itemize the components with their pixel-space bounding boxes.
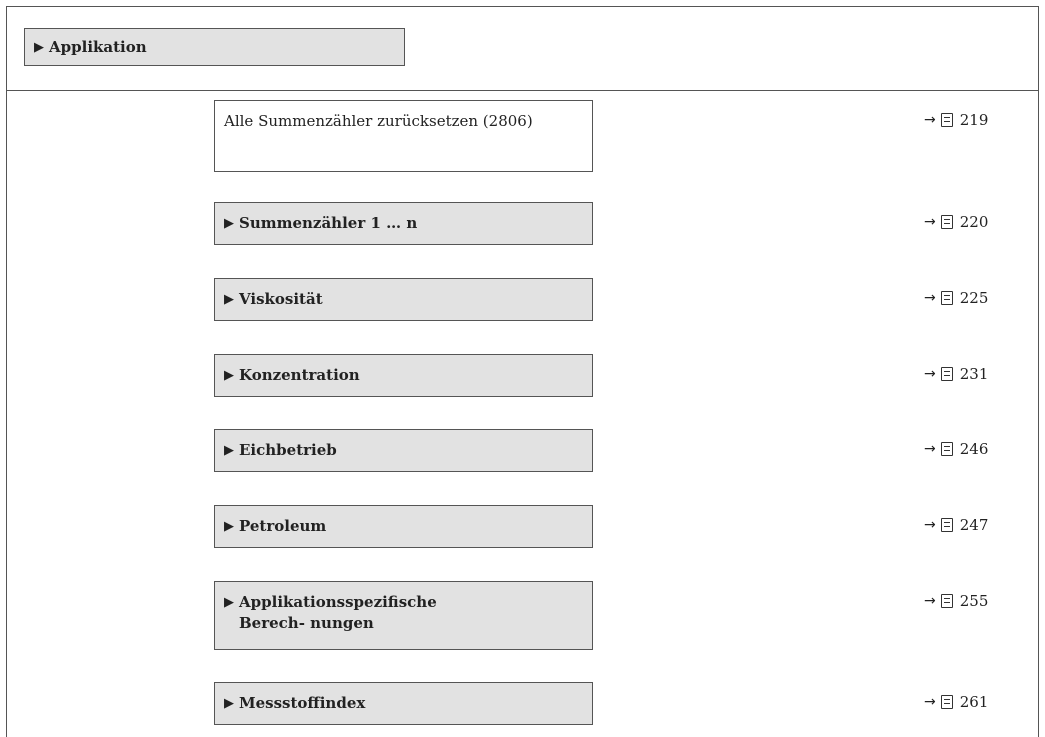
- triangle-right-icon: ▶: [224, 519, 234, 534]
- arrow-right-icon: →: [924, 441, 936, 457]
- submenu-petroleum[interactable]: ▶ Petroleum: [214, 505, 593, 548]
- submenu-label: Applikationsspezifische Berech- nungen: [239, 593, 437, 632]
- book-icon: [940, 113, 953, 127]
- submenu-viscosity[interactable]: ▶ Viskosität: [214, 278, 593, 321]
- divider: [6, 90, 1039, 91]
- triangle-right-icon: ▶: [34, 39, 44, 55]
- triangle-right-icon: ▶: [224, 696, 234, 711]
- arrow-right-icon: →: [924, 290, 936, 306]
- page-number: 220: [959, 213, 989, 231]
- page-reference[interactable]: → 220: [924, 213, 994, 231]
- submenu-custody-transfer[interactable]: ▶ Eichbetrieb: [214, 429, 593, 472]
- arrow-right-icon: →: [924, 517, 936, 533]
- triangle-right-icon: ▶: [224, 368, 234, 383]
- submenu-label: Eichbetrieb: [239, 441, 337, 459]
- submenu-label: Viskosität: [239, 290, 323, 308]
- submenu-totalizer[interactable]: ▶ Summenzähler 1 … n: [214, 202, 593, 245]
- page-number: 255: [959, 592, 989, 610]
- book-icon: [940, 518, 953, 532]
- submenu-label: Summenzähler 1 … n: [239, 214, 418, 232]
- book-icon: [940, 367, 953, 381]
- submenu-label: Konzentration: [239, 366, 360, 384]
- page-reference[interactable]: → 261: [924, 693, 994, 711]
- page-number: 225: [959, 289, 989, 307]
- page-number: 261: [959, 693, 989, 711]
- page-number: 219: [959, 111, 989, 129]
- arrow-right-icon: →: [924, 694, 936, 710]
- page-number: 246: [959, 440, 989, 458]
- book-icon: [940, 291, 953, 305]
- arrow-right-icon: →: [924, 214, 936, 230]
- page-reference[interactable]: → 219: [924, 111, 994, 129]
- book-icon: [940, 695, 953, 709]
- page-reference[interactable]: → 246: [924, 440, 994, 458]
- page-number: 247: [959, 516, 989, 534]
- page-number: 231: [959, 365, 989, 383]
- page-reference[interactable]: → 231: [924, 365, 994, 383]
- page-reference[interactable]: → 225: [924, 289, 994, 307]
- book-icon: [940, 594, 953, 608]
- submenu-application-specific-calculations[interactable]: ▶ Applikationsspezifische Berech- nungen: [214, 581, 593, 650]
- menu-header-applikation[interactable]: ▶ Applikation: [24, 28, 405, 66]
- submenu-concentration[interactable]: ▶ Konzentration: [214, 354, 593, 397]
- param-reset-all-totalizers[interactable]: Alle Summenzähler zurücksetzen (2806): [214, 100, 593, 172]
- page-reference[interactable]: → 255: [924, 592, 994, 610]
- triangle-right-icon: ▶: [224, 216, 234, 231]
- submenu-medium-index[interactable]: ▶ Messstoffindex: [214, 682, 593, 725]
- triangle-right-icon: ▶: [224, 595, 234, 610]
- triangle-right-icon: ▶: [224, 443, 234, 458]
- arrow-right-icon: →: [924, 366, 936, 382]
- arrow-right-icon: →: [924, 112, 936, 128]
- page-reference[interactable]: → 247: [924, 516, 994, 534]
- triangle-right-icon: ▶: [224, 292, 234, 307]
- submenu-label: Petroleum: [239, 517, 327, 535]
- book-icon: [940, 215, 953, 229]
- submenu-label: Messstoffindex: [239, 694, 366, 712]
- arrow-right-icon: →: [924, 593, 936, 609]
- param-label: Alle Summenzähler zurücksetzen (2806): [224, 112, 533, 130]
- menu-header-label: Applikation: [49, 38, 147, 56]
- book-icon: [940, 442, 953, 456]
